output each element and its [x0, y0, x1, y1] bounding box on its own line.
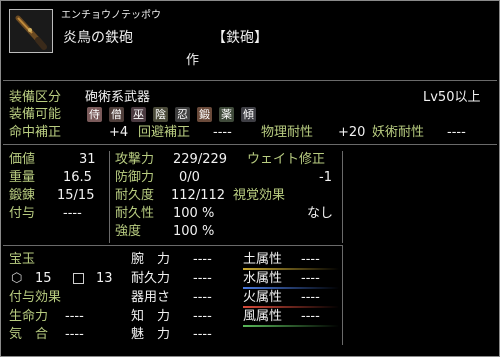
intellect-value: ---- — [193, 309, 212, 324]
visual-effect-label: 視覚効果 — [233, 188, 286, 203]
intellect-label: 知 力 — [131, 309, 171, 324]
wind-attr-underline — [243, 325, 339, 327]
equip-usable-label: 装備可能 — [9, 107, 62, 122]
equip-class-label: 装備区分 — [9, 90, 62, 105]
dexterity-value: ---- — [193, 290, 212, 305]
weight-value: 16.5 — [63, 170, 92, 185]
dexterity-label: 器用さ — [131, 290, 171, 305]
forge-label: 鍛錬 — [9, 188, 36, 203]
item-tooltip-panel: エンチョウノテッポウ 炎鳥の鉄砲 【鉄砲】 作 装備区分 砲術系武器 Lv50以… — [0, 0, 500, 357]
equip-class-value: 砲術系武器 — [85, 90, 151, 105]
stamina-label: 耐久力 — [131, 271, 171, 286]
spirit-label: 気 合 — [9, 327, 49, 342]
enchant-slot-value: ---- — [63, 206, 82, 221]
strength-value: 100 % — [173, 224, 215, 239]
stamina-value: ---- — [193, 271, 212, 286]
divider — [342, 245, 343, 345]
class-badge: 巫 — [131, 107, 146, 122]
evasion-label: 回避補正 — [138, 125, 191, 140]
accuracy-label: 命中補正 — [9, 125, 62, 140]
enchant-slot-label: 付与 — [9, 206, 36, 221]
divider — [109, 151, 110, 243]
class-badge: 忍 — [175, 107, 190, 122]
gem-square-value: 13 — [96, 271, 113, 286]
item-furigana: エンチョウノテッポウ — [61, 10, 161, 21]
spirit-value: ---- — [65, 327, 84, 342]
defense-label: 防御力 — [115, 170, 155, 185]
physical-resist-value: +20 — [338, 125, 366, 140]
charm-label: 魅 力 — [131, 327, 171, 342]
enchant-effect-label: 付与効果 — [9, 290, 62, 305]
level-requirement: Lv50以上 — [423, 90, 481, 105]
price-value: 31 — [79, 152, 96, 167]
wind-attr-label: 風属性 — [243, 309, 283, 324]
charm-value: ---- — [193, 327, 212, 342]
magic-resist-label: 妖術耐性 — [372, 125, 425, 140]
gem-label: 宝玉 — [9, 252, 36, 267]
water-attr-value: ---- — [301, 271, 320, 286]
forge-value: 15/15 — [57, 188, 95, 203]
wind-attr-value: ---- — [301, 309, 320, 324]
divider — [3, 245, 342, 246]
life-value: ---- — [65, 309, 84, 324]
weight-label: 重量 — [9, 170, 36, 185]
endurance-label: 耐久性 — [115, 206, 155, 221]
class-badge: 侍 — [87, 107, 102, 122]
earth-attr-underline — [243, 268, 339, 270]
durability-label: 耐久度 — [115, 188, 155, 203]
divider — [3, 80, 497, 81]
physical-resist-label: 物理耐性 — [261, 125, 314, 140]
accuracy-value: +4 — [109, 125, 129, 140]
defense-value: 0/0 — [179, 170, 200, 185]
earth-attr-value: ---- — [301, 252, 320, 267]
attack-value: 229/229 — [173, 152, 228, 167]
might-label: 腕 力 — [131, 252, 171, 267]
fire-attr-label: 火属性 — [243, 290, 283, 305]
weight-mod-value: -1 — [319, 170, 332, 185]
earth-attr-label: 土属性 — [243, 252, 283, 267]
evasion-value: ---- — [213, 125, 232, 140]
fire-attr-value: ---- — [301, 290, 320, 305]
class-badge: 陰 — [153, 107, 168, 122]
weight-mod-label: ウェイト修正 — [247, 152, 326, 167]
gem-square-icon — [73, 273, 84, 284]
endurance-value: 100 % — [173, 206, 215, 221]
magic-resist-value: ---- — [447, 125, 466, 140]
attack-label: 攻撃力 — [115, 152, 155, 167]
water-attr-label: 水属性 — [243, 271, 283, 286]
might-value: ---- — [193, 252, 212, 267]
divider — [3, 144, 497, 145]
gem-round-value: 15 — [35, 271, 52, 286]
visual-effect-value: なし — [307, 206, 334, 221]
class-badge: 傾 — [241, 107, 256, 122]
item-name: 炎鳥の鉄砲 — [63, 30, 133, 46]
strength-label: 強度 — [115, 224, 142, 239]
life-label: 生命力 — [9, 309, 49, 324]
water-attr-underline — [243, 287, 339, 289]
maker-label: 作 — [186, 53, 200, 68]
durability-value: 112/112 — [171, 188, 226, 203]
class-badge: 鍛 — [197, 107, 212, 122]
divider — [342, 151, 343, 243]
item-category: 【鉄砲】 — [212, 30, 268, 46]
class-badge: 薬 — [219, 107, 234, 122]
gem-round-icon: ⬡ — [11, 271, 23, 286]
price-label: 価値 — [9, 152, 36, 167]
musket-icon — [9, 9, 53, 53]
fire-attr-underline — [243, 306, 339, 308]
class-badge: 僧 — [109, 107, 124, 122]
